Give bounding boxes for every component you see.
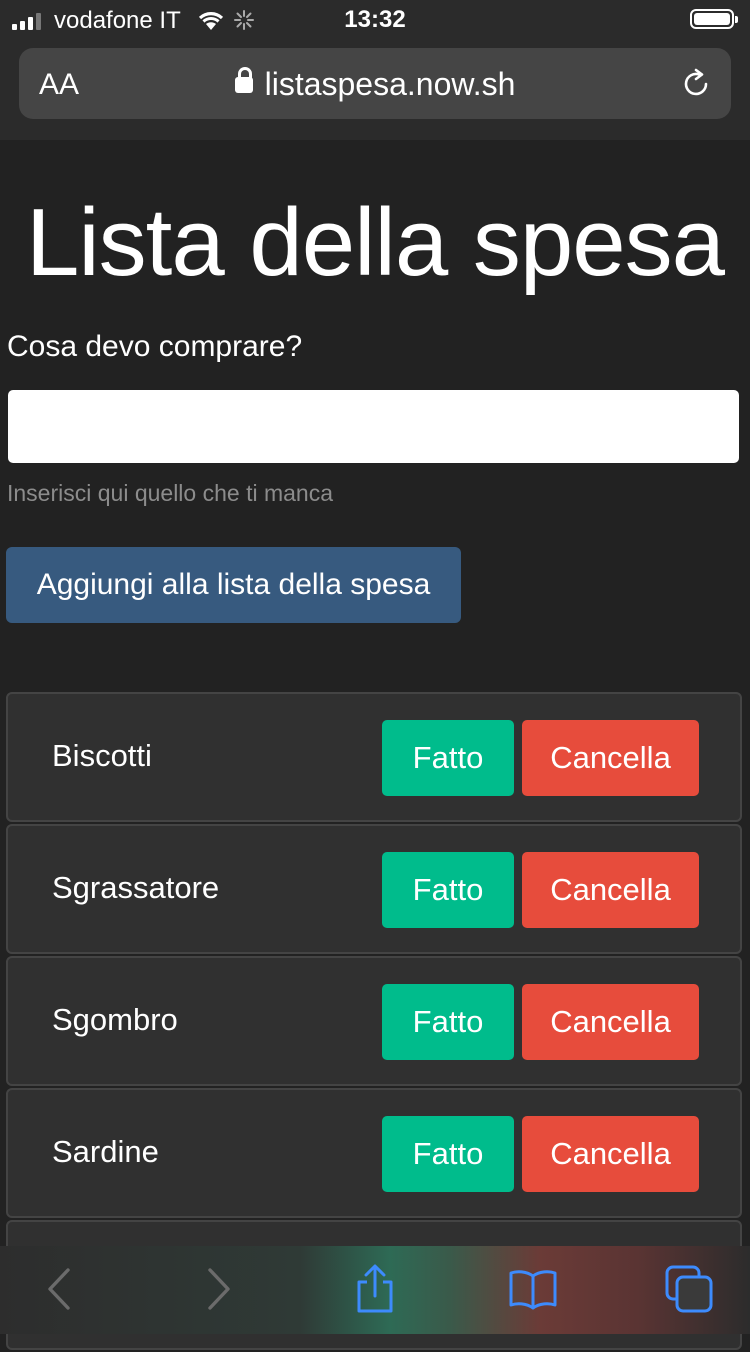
delete-button[interactable]: Cancella: [522, 852, 699, 928]
battery-icon: [690, 9, 738, 29]
done-button[interactable]: Fatto: [382, 984, 514, 1060]
url-text: listaspesa.now.sh: [264, 66, 516, 102]
item-name: Sgombro: [52, 1002, 178, 1037]
status-bar: vodafone IT 13:32: [0, 0, 750, 40]
item-name: Sardine: [52, 1134, 159, 1169]
bookmarks-icon[interactable]: [508, 1264, 558, 1314]
delete-button[interactable]: Cancella: [522, 1116, 699, 1192]
forward-icon[interactable]: [192, 1264, 242, 1314]
item-input-label: Cosa devo comprare?: [7, 330, 303, 363]
delete-button[interactable]: Cancella: [522, 720, 699, 796]
item-input-help: Inserisci qui quello che ti manca: [7, 480, 333, 506]
share-icon[interactable]: [350, 1264, 400, 1314]
reload-icon[interactable]: [679, 67, 713, 101]
done-button[interactable]: Fatto: [382, 720, 514, 796]
back-icon[interactable]: [36, 1264, 86, 1314]
add-to-list-button[interactable]: Aggiungi alla lista della spesa: [6, 547, 461, 623]
done-button[interactable]: Fatto: [382, 852, 514, 928]
list-item: Sgrassatore Fatto Cancella: [6, 824, 742, 954]
browser-bar: AA listaspesa.now.sh: [0, 40, 750, 140]
tabs-icon[interactable]: [664, 1264, 714, 1314]
page-title: Lista della spesa: [25, 189, 725, 296]
browser-toolbar: [0, 1246, 750, 1334]
address-bar[interactable]: AA listaspesa.now.sh: [19, 48, 731, 119]
item-name: Biscotti: [52, 738, 152, 773]
list-item: Biscotti Fatto Cancella: [6, 692, 742, 822]
lock-icon: [234, 66, 253, 93]
clock: 13:32: [344, 6, 406, 33]
done-button[interactable]: Fatto: [382, 1116, 514, 1192]
list-item: Sardine Fatto Cancella: [6, 1088, 742, 1218]
delete-button[interactable]: Cancella: [522, 984, 699, 1060]
url-display[interactable]: listaspesa.now.sh: [19, 66, 731, 103]
item-name: Sgrassatore: [52, 870, 220, 905]
list-item: Sgombro Fatto Cancella: [6, 956, 742, 1086]
item-input[interactable]: [8, 390, 739, 463]
